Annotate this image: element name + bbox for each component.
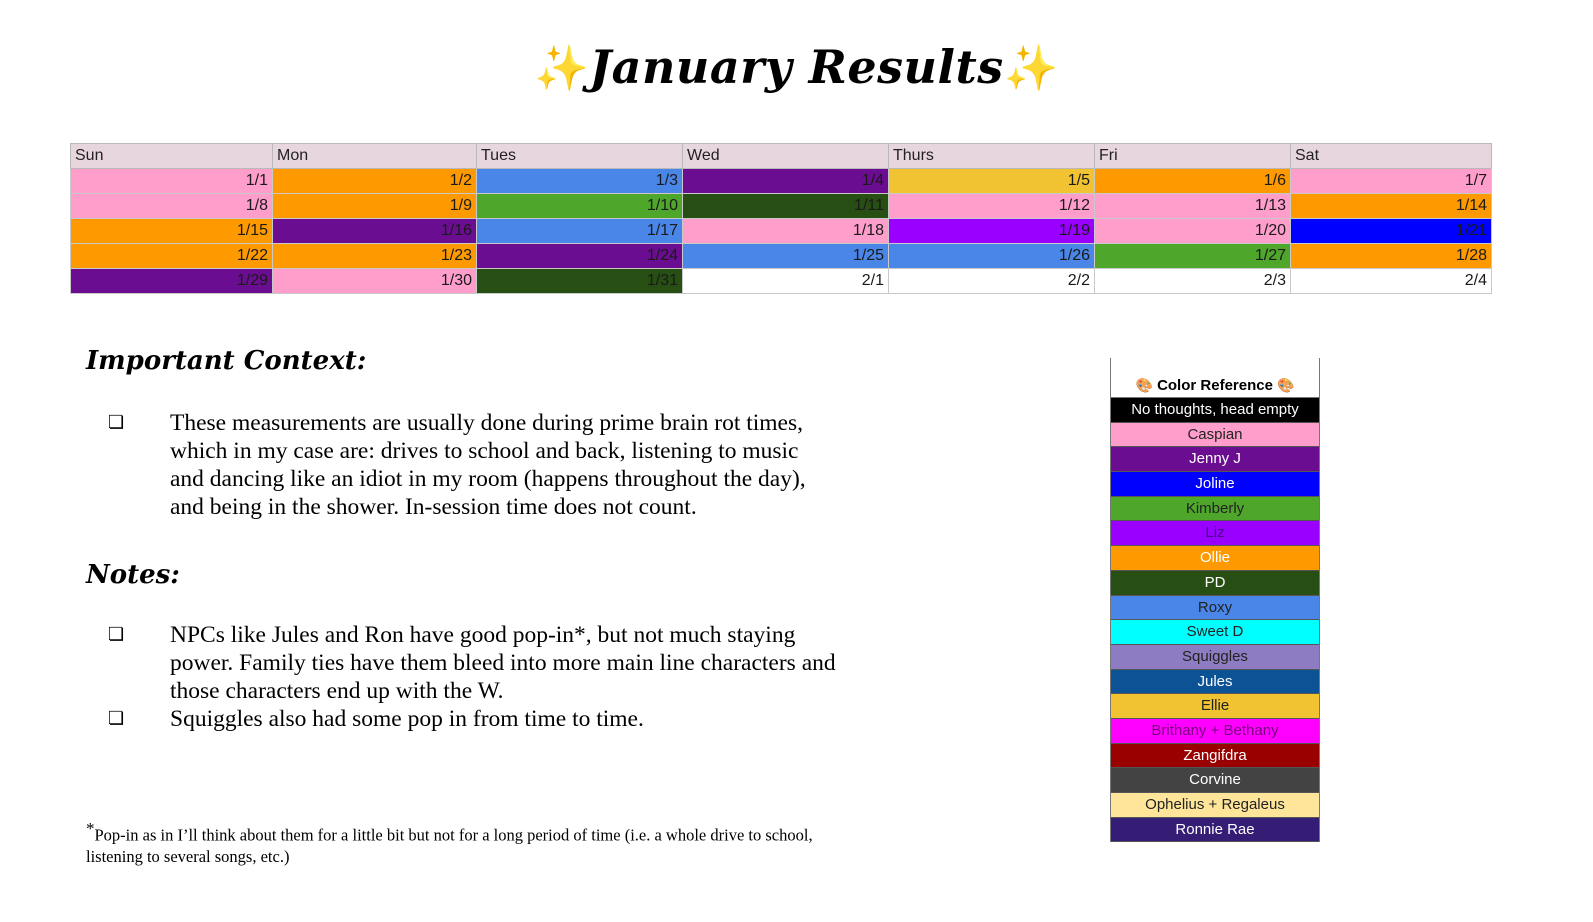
calendar-day-cell: 2/3 xyxy=(1094,268,1291,294)
sparkles-icon: ✨ xyxy=(534,43,590,94)
calendar-day-cell: 1/21 xyxy=(1290,218,1492,244)
color-reference-item: Sweet D xyxy=(1111,620,1319,645)
calendar-day-header: Sat xyxy=(1290,143,1492,169)
color-reference-item: Roxy xyxy=(1111,595,1319,621)
notes-item-text: NPCs like Jules and Ron have good pop-in… xyxy=(170,622,836,704)
context-list-item: ❏ These measurements are usually done dur… xyxy=(108,409,838,521)
calendar-day-cell: 1/11 xyxy=(682,193,889,219)
color-reference-item: Corvine xyxy=(1111,768,1319,793)
calendar-day-cell: 1/25 xyxy=(682,243,889,269)
calendar-day-header: Mon xyxy=(272,143,477,169)
calendar-day-cell: 1/29 xyxy=(70,268,273,294)
calendar-day-cell: 1/5 xyxy=(888,168,1095,194)
footnote-marker: * xyxy=(86,819,95,838)
color-reference-item: Jenny J xyxy=(1111,447,1319,473)
calendar-week-row: 1/15 1/16 1/17 1/18 1/19 1/20 1/21 xyxy=(70,218,1492,244)
footnote-text: Pop-in as in I’ll think about them for a… xyxy=(86,825,813,866)
color-reference-item: Zangifdra xyxy=(1111,743,1319,769)
context-heading: Important Context: xyxy=(86,346,367,376)
footnote: *Pop-in as in I’ll think about them for … xyxy=(86,818,846,867)
calendar-day-cell: 1/16 xyxy=(272,218,477,244)
context-list: ❏ These measurements are usually done dur… xyxy=(108,409,838,521)
calendar-day-cell: 1/1 xyxy=(70,168,273,194)
color-reference-item: Liz xyxy=(1111,521,1319,547)
calendar-table: Sun Mon Tues Wed Thurs Fri Sat 1/1 1/2 1/3 1/4 1/5… xyxy=(70,143,1492,294)
calendar-day-header: Sun xyxy=(70,143,273,169)
calendar-day-cell: 1/23 xyxy=(272,243,477,269)
calendar-day-cell: 1/13 xyxy=(1094,193,1291,219)
palette-icon: 🎨 xyxy=(1135,377,1154,393)
calendar-day-cell: 1/2 xyxy=(272,168,477,194)
calendar-day-cell: 1/28 xyxy=(1290,243,1492,269)
calendar-week-row: 1/8 1/9 1/10 1/11 1/12 1/13 1/14 xyxy=(70,193,1492,219)
page-title: ✨January Results✨ xyxy=(0,40,1593,94)
calendar-day-header: Tues xyxy=(476,143,683,169)
color-reference-item: Ophelius + Regaleus xyxy=(1111,793,1319,818)
color-reference-item: Jules xyxy=(1111,669,1319,695)
color-reference-item: Ollie xyxy=(1111,546,1319,571)
checkbox-bullet-icon: ❏ xyxy=(108,708,125,729)
calendar-day-cell: 1/24 xyxy=(476,243,683,269)
color-reference-item: PD xyxy=(1111,570,1319,596)
palette-icon: 🎨 xyxy=(1276,377,1295,393)
color-reference-item: Ronnie Rae xyxy=(1111,817,1319,843)
notes-list-item: ❏ NPCs like Jules and Ron have good pop-i… xyxy=(108,621,838,705)
color-reference-item: Joline xyxy=(1111,472,1319,497)
context-item-text: These measurements are usually done duri… xyxy=(170,410,806,520)
calendar-day-header: Wed xyxy=(682,143,889,169)
calendar-week-row: 1/22 1/23 1/24 1/25 1/26 1/27 1/28 xyxy=(70,243,1492,269)
calendar-day-cell: 1/18 xyxy=(682,218,889,244)
calendar-day-cell: 1/7 xyxy=(1290,168,1492,194)
notes-list-item: ❏ Squiggles also had some pop in from tim… xyxy=(108,705,838,733)
checkbox-bullet-icon: ❏ xyxy=(108,624,125,645)
notes-item-text: Squiggles also had some pop in from time… xyxy=(170,706,644,732)
calendar-week-row: 1/29 1/30 1/31 2/1 2/2 2/3 2/4 xyxy=(70,268,1492,294)
calendar-day-cell: 1/9 xyxy=(272,193,477,219)
color-reference-list: No thoughts, head empty Caspian Jenny J Jol… xyxy=(1111,398,1319,843)
color-reference-item: Ellie xyxy=(1111,694,1319,719)
color-reference-legend: 🎨 Color Reference 🎨 No thoughts, head em… xyxy=(1110,358,1320,843)
calendar-day-cell: 2/1 xyxy=(682,268,889,294)
calendar-day-cell: 1/12 xyxy=(888,193,1095,219)
calendar-day-header: Thurs xyxy=(888,143,1095,169)
color-reference-header: 🎨 Color Reference 🎨 xyxy=(1111,358,1319,398)
color-reference-item: Kimberly xyxy=(1111,496,1319,522)
calendar-day-cell: 2/4 xyxy=(1290,268,1492,294)
color-reference-item: No thoughts, head empty xyxy=(1111,398,1319,423)
sparkles-icon: ✨ xyxy=(1003,43,1059,94)
calendar-day-cell: 1/20 xyxy=(1094,218,1291,244)
notes-heading: Notes: xyxy=(86,560,180,590)
calendar-day-cell: 1/31 xyxy=(476,268,683,294)
calendar-day-cell: 1/14 xyxy=(1290,193,1492,219)
calendar-day-header: Fri xyxy=(1094,143,1291,169)
calendar-day-cell: 1/19 xyxy=(888,218,1095,244)
calendar-week-row: 1/1 1/2 1/3 1/4 1/5 1/6 1/7 xyxy=(70,168,1492,194)
calendar-body: 1/1 1/2 1/3 1/4 1/5 1/6 1/7 1/8 1/9 1/10 1/11 1/12 1… xyxy=(70,168,1492,294)
calendar-day-cell: 1/30 xyxy=(272,268,477,294)
checkbox-bullet-icon: ❏ xyxy=(108,412,125,433)
color-reference-item: Caspian xyxy=(1111,422,1319,448)
calendar-day-cell: 2/2 xyxy=(888,268,1095,294)
calendar-header-row: Sun Mon Tues Wed Thurs Fri Sat xyxy=(70,143,1492,169)
calendar-day-cell: 1/26 xyxy=(888,243,1095,269)
calendar-day-cell: 1/10 xyxy=(476,193,683,219)
page-title-text: January Results xyxy=(589,40,1004,94)
calendar-day-cell: 1/4 xyxy=(682,168,889,194)
color-reference-item: Squiggles xyxy=(1111,644,1319,670)
color-reference-title: Color Reference xyxy=(1157,377,1273,394)
calendar-day-cell: 1/6 xyxy=(1094,168,1291,194)
color-reference-item: Brithany + Bethany xyxy=(1111,718,1319,744)
calendar-day-cell: 1/17 xyxy=(476,218,683,244)
calendar-day-cell: 1/15 xyxy=(70,218,273,244)
calendar-day-cell: 1/3 xyxy=(476,168,683,194)
calendar-day-cell: 1/27 xyxy=(1094,243,1291,269)
calendar-day-cell: 1/8 xyxy=(70,193,273,219)
calendar-day-cell: 1/22 xyxy=(70,243,273,269)
notes-list: ❏ NPCs like Jules and Ron have good pop-i… xyxy=(108,621,838,733)
